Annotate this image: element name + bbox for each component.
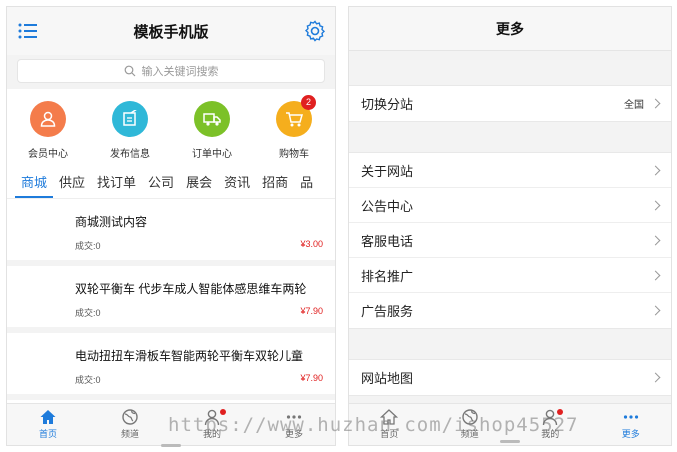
nav-channel[interactable]: 频道 — [89, 404, 171, 445]
product-deals: 成交:0 — [75, 375, 101, 385]
about-group: 关于网站 公告中心 客服电话 排名推广 广告服务 — [349, 152, 671, 329]
ranking-promotion-row[interactable]: 排名推广 — [349, 258, 671, 293]
user-icon — [30, 101, 66, 137]
quick-link-orders[interactable]: 订单中心 — [177, 101, 247, 169]
tab-news[interactable]: 资讯 — [218, 169, 256, 198]
globe-icon — [122, 409, 138, 425]
home-screen: 模板手机版 输入关键词搜索 会员中心 发布信息 订单中心 2 购物车 商城 供应… — [6, 6, 336, 446]
chevron-right-icon — [650, 98, 661, 109]
cart-count-badge: 2 — [301, 95, 316, 110]
home-icon — [40, 410, 56, 424]
customer-service-row[interactable]: 客服电话 — [349, 223, 671, 258]
chevron-right-icon — [650, 235, 661, 245]
home-content: 会员中心 发布信息 订单中心 2 购物车 商城 供应 找订单 公司 展会 资讯 … — [7, 89, 335, 445]
page-title: 模板手机版 — [133, 24, 209, 41]
tab-company[interactable]: 公司 — [142, 169, 180, 198]
quick-link-label: 订单中心 — [192, 149, 232, 160]
category-tabs: 商城 供应 找订单 公司 展会 资讯 招商 品 — [7, 169, 335, 199]
quick-link-label: 购物车 — [279, 149, 309, 160]
quick-link-publish[interactable]: 发布信息 — [95, 101, 165, 169]
chevron-right-icon — [650, 305, 661, 316]
resize-handle — [500, 440, 520, 443]
search-placeholder: 输入关键词搜索 — [141, 66, 219, 78]
switch-region-row[interactable]: 切换分站 全国 — [349, 86, 671, 121]
more-screen: 更多 切换分站 全国 关于网站 公告中心 客服电话 排名推广 广告服务 网站地图… — [348, 6, 672, 446]
chevron-right-icon — [650, 372, 661, 383]
tab-supply[interactable]: 供应 — [53, 169, 91, 198]
quick-links: 会员中心 发布信息 订单中心 2 购物车 — [7, 89, 335, 169]
list-item[interactable]: 双轮平衡车 代步车成人智能体感思维车两轮 成交:0 ¥7.90 — [7, 266, 335, 333]
tab-exhibition[interactable]: 展会 — [180, 169, 218, 198]
list-item[interactable]: 电动扭扭车滑板车智能两轮平衡车双轮儿童 成交:0 ¥7.90 — [7, 333, 335, 400]
truck-icon — [194, 101, 230, 137]
nav-label: 更多 — [621, 429, 640, 439]
quick-link-label: 发布信息 — [110, 149, 150, 160]
product-deals: 成交:0 — [75, 241, 101, 251]
watermark: https://www.huzhan.com/ishop45527 — [168, 414, 579, 436]
row-label: 网站地图 — [361, 371, 414, 386]
chevron-right-icon — [650, 270, 661, 280]
nav-more[interactable]: 更多 — [591, 404, 672, 445]
row-label: 广告服务 — [361, 304, 414, 319]
nav-home[interactable]: 首页 — [7, 404, 89, 445]
quick-link-label: 会员中心 — [28, 149, 68, 160]
quick-link-member[interactable]: 会员中心 — [13, 101, 83, 169]
row-label: 公告中心 — [361, 198, 414, 214]
gear-icon[interactable] — [303, 19, 327, 43]
product-name: 双轮平衡车 代步车成人智能体感思维车两轮 — [75, 282, 307, 296]
edit-icon — [112, 101, 148, 137]
search-icon — [124, 65, 135, 77]
ad-service-row[interactable]: 广告服务 — [349, 293, 671, 328]
chevron-right-icon — [650, 200, 661, 210]
page-title: 更多 — [349, 7, 671, 51]
product-name: 电动扭扭车滑板车智能两轮平衡车双轮儿童 — [75, 349, 304, 363]
list-item[interactable]: 商城测试内容 成交:0 ¥3.00 — [7, 199, 335, 266]
nav-label: 频道 — [120, 429, 139, 439]
resize-handle — [161, 444, 181, 447]
row-label: 客服电话 — [361, 233, 414, 249]
region-value: 全国 — [624, 100, 644, 111]
top-bar: 模板手机版 — [7, 7, 335, 55]
region-group: 切换分站 全国 — [349, 85, 671, 122]
quick-link-cart[interactable]: 2 购物车 — [259, 95, 329, 169]
product-price: ¥3.00 — [300, 239, 323, 249]
row-label: 切换分站 — [361, 97, 414, 112]
sitemap-row[interactable]: 网站地图 — [349, 360, 671, 395]
tab-investment[interactable]: 招商 — [256, 169, 294, 198]
nav-label: 首页 — [38, 429, 57, 439]
tab-brand[interactable]: 品 — [294, 169, 319, 198]
product-price: ¥7.90 — [300, 306, 323, 316]
tab-mall[interactable]: 商城 — [15, 169, 54, 198]
product-price: ¥7.90 — [300, 373, 323, 383]
product-list: 商城测试内容 成交:0 ¥3.00 双轮平衡车 代步车成人智能体感思维车两轮 成… — [7, 199, 335, 400]
row-label: 排名推广 — [361, 268, 414, 284]
more-icon — [623, 415, 638, 419]
product-deals: 成交:0 — [75, 308, 101, 318]
announcements-row[interactable]: 公告中心 — [349, 188, 671, 223]
about-site-row[interactable]: 关于网站 — [349, 153, 671, 188]
row-label: 关于网站 — [361, 163, 414, 179]
chevron-right-icon — [650, 165, 661, 175]
tab-find-orders[interactable]: 找订单 — [91, 169, 142, 198]
sitemap-group: 网站地图 — [349, 359, 671, 396]
product-name: 商城测试内容 — [75, 215, 148, 229]
search-input[interactable]: 输入关键词搜索 — [17, 59, 325, 83]
